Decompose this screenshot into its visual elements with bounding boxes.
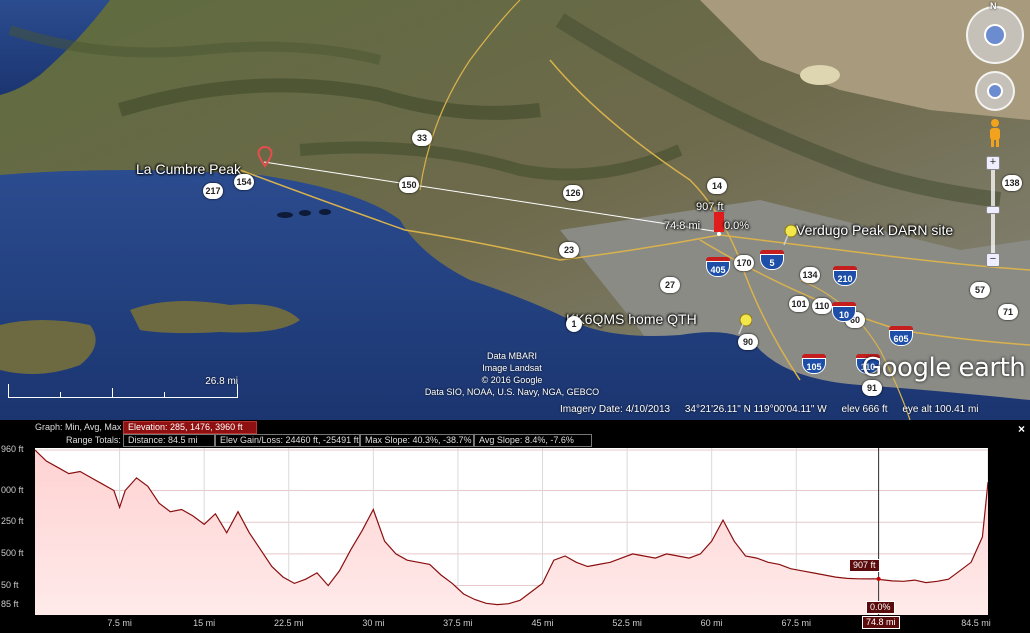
hand-icon[interactable] <box>987 83 1003 99</box>
elevation-stat[interactable]: Elevation: 285, 1476, 3960 ft <box>123 421 257 434</box>
x-tick-label: 22.5 mi <box>273 618 304 628</box>
compass-north-label[interactable]: N <box>990 1 997 11</box>
route-shield: 71 <box>998 304 1018 320</box>
distance-stat: Distance: 84.5 mi <box>123 434 215 447</box>
path-slope-label: 0.0% <box>724 220 750 232</box>
cursor-distance-label: 74.8 mi <box>862 616 900 629</box>
x-tick-label: 7.5 mi <box>107 618 132 628</box>
verdugo-pushpin-icon[interactable] <box>781 224 797 246</box>
cursor-point <box>876 576 881 581</box>
route-shield: 138 <box>1002 175 1022 191</box>
route-shield: 101 <box>789 296 809 312</box>
eye-icon[interactable] <box>984 24 1006 46</box>
route-shield: 110 <box>812 298 832 314</box>
y-tick-label: 500 ft <box>1 547 24 558</box>
x-tick-label: 37.5 mi <box>443 618 473 628</box>
route-shield: 170 <box>734 255 754 271</box>
range-totals-row: Range Totals: Distance: 84.5 mi Elev Gai… <box>0 434 600 447</box>
x-tick-label: 60 mi <box>700 618 723 628</box>
elevation-chart[interactable] <box>35 448 988 615</box>
x-tick-label: 15 mi <box>193 618 216 628</box>
zoom-out-button[interactable]: − <box>986 253 1000 267</box>
interstate-shield: 10 <box>832 302 856 322</box>
move-control[interactable] <box>975 71 1015 111</box>
y-tick-label: 50 ft <box>1 579 19 590</box>
scale-bar: 26.8 mi <box>8 376 238 398</box>
cursor-coords: 34°21'26.11" N 119°00'04.11" W <box>684 404 827 415</box>
graph-row: Graph: Min, Avg, Max Elevation: 285, 147… <box>0 421 300 434</box>
interstate-shield: 405 <box>706 257 730 277</box>
interstate-shield: 105 <box>802 354 826 374</box>
y-tick-label: 000 ft <box>1 484 24 495</box>
max-slope-stat: Max Slope: 40.3%, -38.7% <box>360 434 474 447</box>
map-view[interactable]: La Cumbre Peak Verdugo Peak DARN site KK… <box>0 0 1030 420</box>
zoom-in-button[interactable]: + <box>986 156 1000 170</box>
route-shield: 217 <box>203 183 223 199</box>
status-bar: Imagery Date: 4/10/2013 34°21'26.11" N 1… <box>560 404 1030 418</box>
cursor-slope-label: 0.0% <box>866 601 895 614</box>
route-shield: 150 <box>399 177 419 193</box>
interstate-shield: 5 <box>760 250 784 270</box>
imagery-credits: Data MBARI Image Landsat © 2016 Google D… <box>424 351 600 397</box>
route-shield: 57 <box>970 282 990 298</box>
y-tick-label: 85 ft <box>1 599 19 610</box>
x-tick-label: 67.5 mi <box>781 618 812 628</box>
imagery-date: Imagery Date: 4/10/2013 <box>560 404 671 415</box>
route-shield: 134 <box>800 267 820 283</box>
placemark-pin-icon[interactable] <box>257 146 273 168</box>
x-tick-label: 84.5 mi <box>961 618 991 628</box>
route-shield: 33 <box>412 130 432 146</box>
x-tick-label: 30 mi <box>362 618 385 628</box>
kk6qms-label[interactable]: KK6QMS home QTH <box>566 311 697 327</box>
close-profile-button[interactable]: × <box>1018 422 1025 436</box>
route-shield: 126 <box>563 185 583 201</box>
x-tick-label: 52.5 mi <box>612 618 642 628</box>
route-shield: 90 <box>738 334 758 350</box>
interstate-shield: 605 <box>889 326 913 346</box>
avg-slope-stat: Avg Slope: 8.4%, -7.6% <box>474 434 592 447</box>
cursor-elevation-label: 907 ft <box>849 559 880 572</box>
google-earth-logo: Google earth <box>862 353 1026 383</box>
look-control[interactable] <box>966 6 1024 64</box>
eye-altitude: eye alt 100.41 mi <box>902 404 979 415</box>
cursor-elevation: elev 666 ft <box>841 404 888 415</box>
zoom-slider-handle[interactable] <box>986 206 1000 214</box>
route-shield: 27 <box>660 277 680 293</box>
y-tick-label: 960 ft <box>1 444 24 454</box>
route-shield: 154 <box>234 174 254 190</box>
kk6qms-pushpin-icon[interactable] <box>736 313 752 335</box>
street-view-pegman-icon[interactable] <box>987 118 1003 148</box>
path-height-label: 907 ft <box>696 201 724 213</box>
route-shield: 14 <box>707 178 727 194</box>
interstate-shield: 210 <box>833 266 857 286</box>
y-tick-label: 250 ft <box>1 516 24 527</box>
gain-loss-stat: Elev Gain/Loss: 24460 ft, -25491 ft <box>215 434 360 447</box>
x-tick-label: 45 mi <box>531 618 554 628</box>
graph-modes[interactable]: Min, Avg, Max <box>65 422 121 432</box>
verdugo-label[interactable]: Verdugo Peak DARN site <box>796 222 953 238</box>
path-distance-label: 74.8 mi <box>664 220 701 232</box>
la-cumbre-label[interactable]: La Cumbre Peak <box>136 161 241 177</box>
route-shield: 23 <box>559 242 579 258</box>
route-shield: 1 <box>566 316 582 332</box>
